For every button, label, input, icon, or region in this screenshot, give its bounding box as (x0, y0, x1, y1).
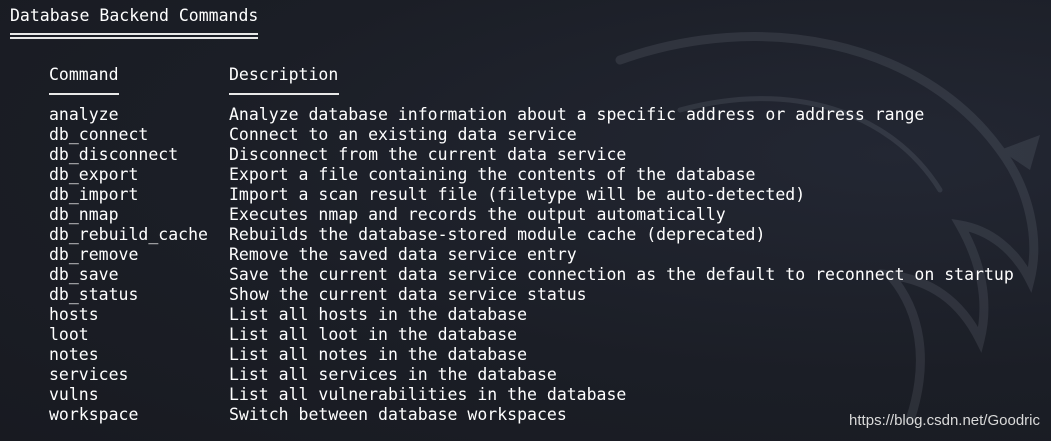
command-cell: db_rebuild_cache (49, 225, 208, 244)
command-cell: services (49, 365, 129, 384)
command-cell: db_disconnect (49, 145, 179, 164)
command-header-underline (49, 93, 119, 95)
command-cell: db_nmap (49, 205, 119, 224)
command-cell: analyze (49, 105, 119, 124)
description-cell: Analyze database information about a spe… (229, 105, 925, 124)
description-cell: List all hosts in the database (229, 305, 528, 324)
description-cell: Save the current data service connection… (229, 265, 1014, 284)
description-header-underline (229, 93, 339, 95)
column-header-description: Description (229, 65, 339, 84)
section-title: Database Backend Commands (10, 6, 259, 25)
description-cell: Export a file containing the contents of… (229, 165, 756, 184)
description-cell: List all notes in the database (229, 345, 528, 364)
command-cell: db_export (49, 165, 139, 184)
command-cell: db_remove (49, 245, 139, 264)
command-cell: db_import (49, 185, 139, 204)
description-cell: Connect to an existing data service (229, 125, 577, 144)
description-cell: List all vulnerabilities in the database (229, 385, 627, 404)
description-cell: Disconnect from the current data service (229, 145, 627, 164)
command-cell: db_status (49, 285, 139, 304)
description-cell: Executes nmap and records the output aut… (229, 205, 726, 224)
command-cell: vulns (49, 385, 99, 404)
description-cell: Remove the saved data service entry (229, 245, 577, 264)
terminal-window[interactable]: Database Backend Commands Command Descri… (0, 0, 1051, 441)
column-header-command: Command (49, 65, 119, 84)
command-cell: notes (49, 345, 99, 364)
command-cell: workspace (49, 405, 139, 424)
description-cell: List all services in the database (229, 365, 557, 384)
description-cell: Import a scan result file (filetype will… (229, 185, 806, 204)
watermark-text: https://blog.csdn.net/Goodric (849, 412, 1040, 429)
command-cell: db_save (49, 265, 119, 284)
title-underline-top (10, 33, 258, 35)
description-cell: Rebuilds the database-stored module cach… (229, 225, 766, 244)
description-cell: Show the current data service status (229, 285, 587, 304)
description-cell: List all loot in the database (229, 325, 518, 344)
command-cell: loot (49, 325, 89, 344)
description-cell: Switch between database workspaces (229, 405, 567, 424)
command-cell: db_connect (49, 125, 149, 144)
command-cell: hosts (49, 305, 99, 324)
title-underline-bottom (10, 37, 258, 39)
